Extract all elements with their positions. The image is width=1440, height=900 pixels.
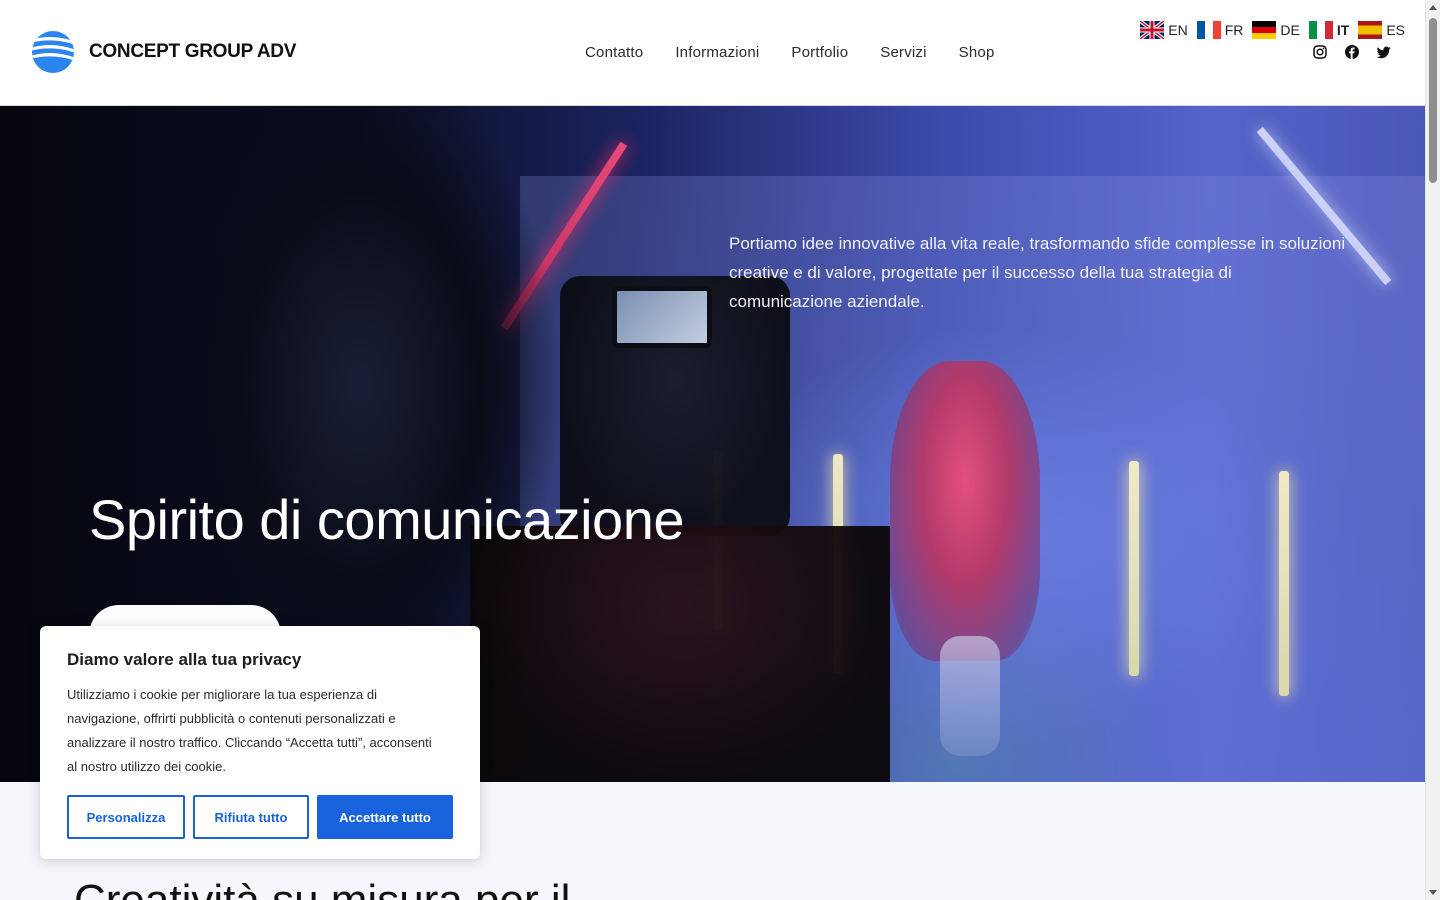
cookie-text: Utilizziamo i cookie per migliorare la t… <box>67 687 432 774</box>
uk-flag-icon <box>1140 21 1165 39</box>
nav-item-informazioni[interactable]: Informazioni <box>675 44 759 61</box>
logo[interactable]: CONCEPT GROUP ADV <box>32 31 296 73</box>
section-heading: Creatività su misura per il <box>74 876 570 900</box>
dancer-figure <box>890 361 1040 661</box>
spain-flag-icon <box>1358 21 1383 39</box>
scroll-up-icon[interactable] <box>1429 5 1437 10</box>
instagram-icon[interactable] <box>1313 45 1327 59</box>
france-flag-icon <box>1196 21 1221 39</box>
reject-all-button[interactable]: Rifiuta tutto <box>193 795 309 839</box>
lang-de[interactable]: DE <box>1252 21 1300 39</box>
lang-label: DE <box>1280 22 1300 38</box>
dancer-figure <box>940 636 1000 756</box>
camera-rig <box>470 526 890 782</box>
lang-it[interactable]: IT <box>1308 21 1350 39</box>
nav-item-servizi[interactable]: Servizi <box>880 44 926 61</box>
germany-flag-icon <box>1252 21 1277 39</box>
language-switcher: EN FR DE IT ES <box>1131 21 1405 39</box>
cookie-title: Diamo valore alla tua privacy <box>67 650 302 669</box>
lang-en[interactable]: EN <box>1140 21 1188 39</box>
page-scrollbar[interactable] <box>1425 0 1440 900</box>
nav-item-contatto[interactable]: Contatto <box>585 44 643 61</box>
lang-label: ES <box>1386 22 1405 38</box>
scroll-down-icon[interactable] <box>1429 890 1437 895</box>
lang-label: IT <box>1336 22 1350 38</box>
site-header: CONCEPT GROUP ADV Contatto Informazioni … <box>0 0 1425 106</box>
logo-icon <box>32 31 74 73</box>
brand-name: CONCEPT GROUP ADV <box>89 41 297 62</box>
customize-button[interactable]: Personalizza <box>67 795 185 839</box>
hero-title: Spirito di comunicazione <box>89 488 684 551</box>
light-tube <box>1129 461 1139 676</box>
camera-monitor <box>612 286 712 348</box>
light-tube <box>1279 471 1289 696</box>
lang-label: FR <box>1224 22 1244 38</box>
facebook-icon[interactable] <box>1345 45 1359 59</box>
italy-flag-icon <box>1308 21 1333 39</box>
accept-all-button[interactable]: Accettare tutto <box>317 795 453 839</box>
main-nav: Contatto Informazioni Portfolio Servizi … <box>585 44 1027 61</box>
scrollbar-thumb[interactable] <box>1429 18 1437 183</box>
lang-label: EN <box>1168 22 1188 38</box>
twitter-icon[interactable] <box>1377 45 1391 59</box>
cookie-consent-banner: Diamo valore alla tua privacy Utilizziam… <box>40 626 480 859</box>
nav-item-portfolio[interactable]: Portfolio <box>791 44 848 61</box>
hero-description: Portiamo idee innovative alla vita reale… <box>729 234 1346 311</box>
nav-item-shop[interactable]: Shop <box>959 44 995 61</box>
lang-fr[interactable]: FR <box>1196 21 1244 39</box>
social-links <box>1295 45 1391 59</box>
lang-es[interactable]: ES <box>1358 21 1405 39</box>
